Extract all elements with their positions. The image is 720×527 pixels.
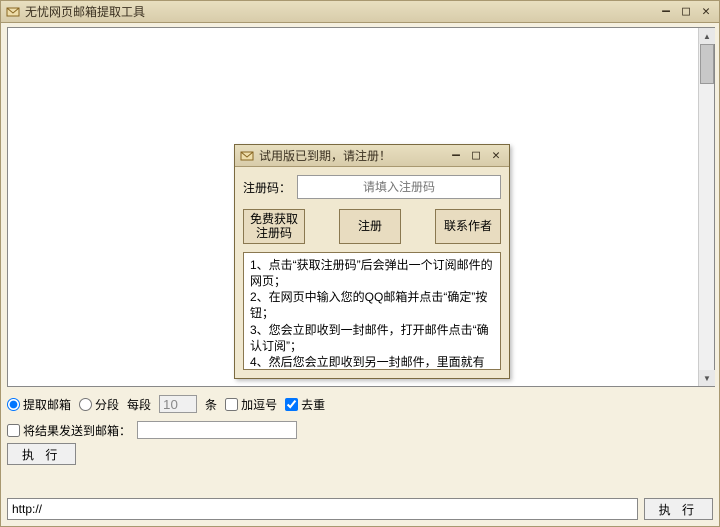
execute-button[interactable]: 执 行 (7, 443, 76, 465)
main-title: 无忧网页邮箱提取工具 (25, 3, 657, 20)
segment-label: 分段 (95, 396, 119, 413)
dialog-close-button[interactable]: ✕ (487, 148, 505, 164)
send-to-email-checkbox-input[interactable] (7, 424, 20, 437)
scroll-thumb[interactable] (700, 44, 714, 84)
scroll-down-arrow[interactable]: ▼ (699, 370, 715, 386)
per-segment-label: 每段 (127, 396, 151, 413)
add-comma-checkbox-input[interactable] (225, 398, 238, 411)
dialog-body: 注册码： 免费获取 注册码 注册 联系作者 1、点击“获取注册码”后会弹出一个订… (235, 167, 509, 378)
dedupe-label: 去重 (301, 396, 325, 413)
url-row: 执 行 (7, 498, 713, 520)
dialog-button-row: 免费获取 注册码 注册 联系作者 (243, 209, 501, 244)
register-button[interactable]: 注册 (339, 209, 401, 244)
instructions-text: 1、点击“获取注册码”后会弹出一个订阅邮件的网页； 2、在网页中输入您的QQ邮箱… (243, 252, 501, 370)
options-row-2: 将结果发送到邮箱： (7, 419, 297, 441)
dedupe-checkbox-input[interactable] (285, 398, 298, 411)
options-row-1: 提取邮箱 分段 每段 条 加逗号 去重 (7, 393, 325, 415)
dialog-icon (239, 148, 255, 164)
dialog-title: 试用版已到期，请注册！ (259, 147, 447, 164)
add-comma-label: 加逗号 (241, 396, 277, 413)
minimize-button[interactable]: — (657, 4, 675, 20)
register-dialog: 试用版已到期，请注册！ — □ ✕ 注册码： 免费获取 注册码 注册 联系作者 … (234, 144, 510, 379)
url-execute-button[interactable]: 执 行 (644, 498, 713, 520)
dialog-maximize-button[interactable]: □ (467, 148, 485, 164)
contact-author-button[interactable]: 联系作者 (435, 209, 501, 244)
vertical-scrollbar[interactable]: ▲ ▼ (698, 28, 714, 386)
add-comma-checkbox[interactable]: 加逗号 (225, 396, 277, 413)
maximize-button[interactable]: □ (677, 4, 695, 20)
get-free-code-button[interactable]: 免费获取 注册码 (243, 209, 305, 244)
url-input[interactable] (7, 498, 638, 520)
send-to-email-checkbox[interactable]: 将结果发送到邮箱： (7, 422, 131, 439)
main-window-controls: — □ ✕ (657, 4, 715, 20)
register-code-label: 注册码： (243, 179, 291, 196)
app-icon (5, 4, 21, 20)
send-to-email-label: 将结果发送到邮箱： (23, 422, 131, 439)
register-code-input[interactable] (297, 175, 501, 199)
send-to-email-input[interactable] (137, 421, 297, 439)
dialog-window-controls: — □ ✕ (447, 148, 505, 164)
close-button[interactable]: ✕ (697, 4, 715, 20)
execute-row: 执 行 (7, 443, 76, 465)
scroll-up-arrow[interactable]: ▲ (699, 28, 715, 44)
dialog-title-bar: 试用版已到期，请注册！ — □ ✕ (235, 145, 509, 167)
count-unit-label: 条 (205, 396, 217, 413)
main-title-bar: 无忧网页邮箱提取工具 — □ ✕ (1, 1, 719, 23)
extract-email-radio[interactable]: 提取邮箱 (7, 396, 71, 413)
segment-count-input (159, 395, 197, 413)
segment-radio[interactable]: 分段 (79, 396, 119, 413)
segment-radio-input[interactable] (79, 398, 92, 411)
dedupe-checkbox[interactable]: 去重 (285, 396, 325, 413)
register-code-row: 注册码： (243, 175, 501, 199)
dialog-minimize-button[interactable]: — (447, 148, 465, 164)
extract-email-label: 提取邮箱 (23, 396, 71, 413)
extract-email-radio-input[interactable] (7, 398, 20, 411)
